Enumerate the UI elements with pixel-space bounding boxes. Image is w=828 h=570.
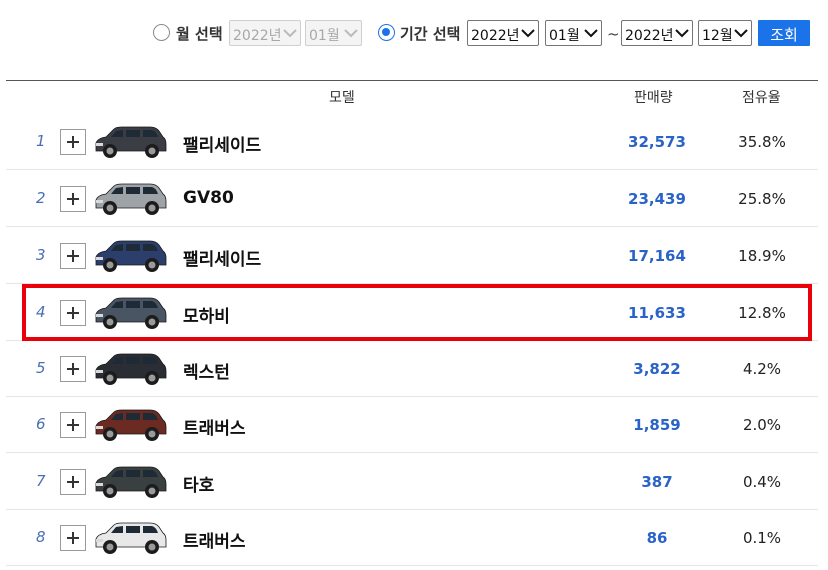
month-select-label: 월 선택 [176, 25, 223, 43]
table-row: 1 팰리세이드 32,573 35.8% [6, 113, 818, 170]
car-thumbnail [95, 522, 167, 554]
sales-count: 387 [641, 473, 673, 491]
chevron-down-icon [734, 29, 748, 38]
car-thumbnail [95, 297, 167, 329]
table-row: 8 트래버스 86 0.1% [6, 509, 818, 566]
plus-icon[interactable] [60, 129, 86, 155]
market-share: 35.8% [738, 133, 786, 151]
plus-icon[interactable] [60, 300, 86, 326]
car-thumbnail [95, 183, 167, 215]
period-separator: ~ [607, 25, 620, 43]
rank-number: 3 [36, 246, 46, 264]
plus-icon[interactable] [60, 469, 86, 495]
model-name[interactable]: 렉스턴 [183, 358, 230, 383]
chevron-down-icon [584, 29, 598, 38]
model-name[interactable]: GV80 [183, 188, 234, 208]
table-row: 6 트래버스 1,859 2.0% [6, 396, 818, 453]
model-name[interactable]: 팰리세이드 [183, 245, 261, 270]
rank-number: 8 [36, 528, 46, 546]
plus-icon[interactable] [60, 525, 86, 551]
month-year-dropdown: 2022년 [229, 20, 301, 46]
chevron-down-icon [283, 29, 297, 38]
table-row: 5 렉스턴 3,822 4.2% [6, 340, 818, 397]
model-name[interactable]: 트래버스 [183, 414, 246, 439]
plus-icon[interactable] [60, 243, 86, 269]
month-month-value: 01월 [309, 28, 340, 44]
market-share: 18.9% [738, 247, 786, 265]
plus-icon[interactable] [60, 356, 86, 382]
month-month-dropdown: 01월 [305, 20, 362, 46]
column-header-share: 점유율 [742, 90, 781, 106]
rank-number: 6 [36, 415, 46, 433]
table-row: 2 GV80 23,439 25.8% [6, 170, 818, 227]
chevron-down-icon [521, 29, 535, 38]
rank-number: 7 [36, 472, 46, 490]
month-select-radio[interactable] [153, 24, 170, 41]
market-share: 25.8% [738, 190, 786, 208]
rank-number: 1 [36, 132, 46, 150]
start-year-value: 2022년 [471, 28, 520, 44]
plus-icon[interactable] [60, 186, 86, 212]
market-share: 12.8% [738, 304, 786, 322]
month-year-value: 2022년 [233, 28, 282, 44]
plus-icon[interactable] [60, 412, 86, 438]
sales-count: 23,439 [628, 190, 686, 208]
period-select-radio[interactable] [378, 24, 395, 41]
table-row: 7 타호 387 0.4% [6, 453, 818, 510]
car-thumbnail [95, 466, 167, 498]
sales-count: 17,164 [628, 247, 686, 265]
sales-count: 3,822 [633, 360, 681, 378]
start-year-dropdown[interactable]: 2022년 [467, 20, 539, 46]
car-thumbnail [95, 126, 167, 158]
column-header-sales: 판매량 [634, 90, 673, 106]
end-year-dropdown[interactable]: 2022년 [621, 20, 693, 46]
market-share: 0.1% [742, 529, 782, 547]
period-select-label: 기간 선택 [400, 25, 461, 43]
search-button[interactable]: 조회 [758, 20, 810, 46]
car-thumbnail [95, 409, 167, 441]
model-name[interactable]: 팰리세이드 [183, 131, 261, 156]
end-month-value: 12월 [702, 28, 733, 44]
sales-count: 32,573 [628, 133, 686, 151]
chevron-down-icon [344, 29, 358, 38]
market-share: 0.4% [742, 473, 782, 491]
table-row: 4 모하비 11,633 12.8% [6, 284, 818, 341]
model-name[interactable]: 모하비 [183, 302, 230, 327]
sales-count: 11,633 [628, 304, 686, 322]
table-row: 3 팰리세이드 17,164 18.9% [6, 227, 818, 284]
market-share: 4.2% [742, 360, 782, 378]
sales-count: 86 [646, 529, 668, 547]
period-filter-bar: 월 선택 2022년 01월 기간 선택 2022년 01월 ~ 2022년 1… [0, 19, 828, 47]
start-month-dropdown[interactable]: 01월 [545, 20, 602, 46]
chevron-down-icon [675, 29, 689, 38]
rank-number: 5 [36, 359, 46, 377]
market-share: 2.0% [742, 416, 782, 434]
end-year-value: 2022년 [625, 28, 674, 44]
start-month-value: 01월 [549, 28, 580, 44]
car-thumbnail [95, 353, 167, 385]
model-name[interactable]: 타호 [183, 471, 214, 496]
table-top-border [6, 80, 818, 81]
rank-number: 4 [36, 303, 46, 321]
sales-count: 1,859 [633, 416, 681, 434]
car-thumbnail [95, 240, 167, 272]
rank-number: 2 [36, 189, 46, 207]
end-month-dropdown[interactable]: 12월 [698, 20, 752, 46]
model-name[interactable]: 트래버스 [183, 527, 246, 552]
column-header-model: 모델 [329, 90, 355, 106]
